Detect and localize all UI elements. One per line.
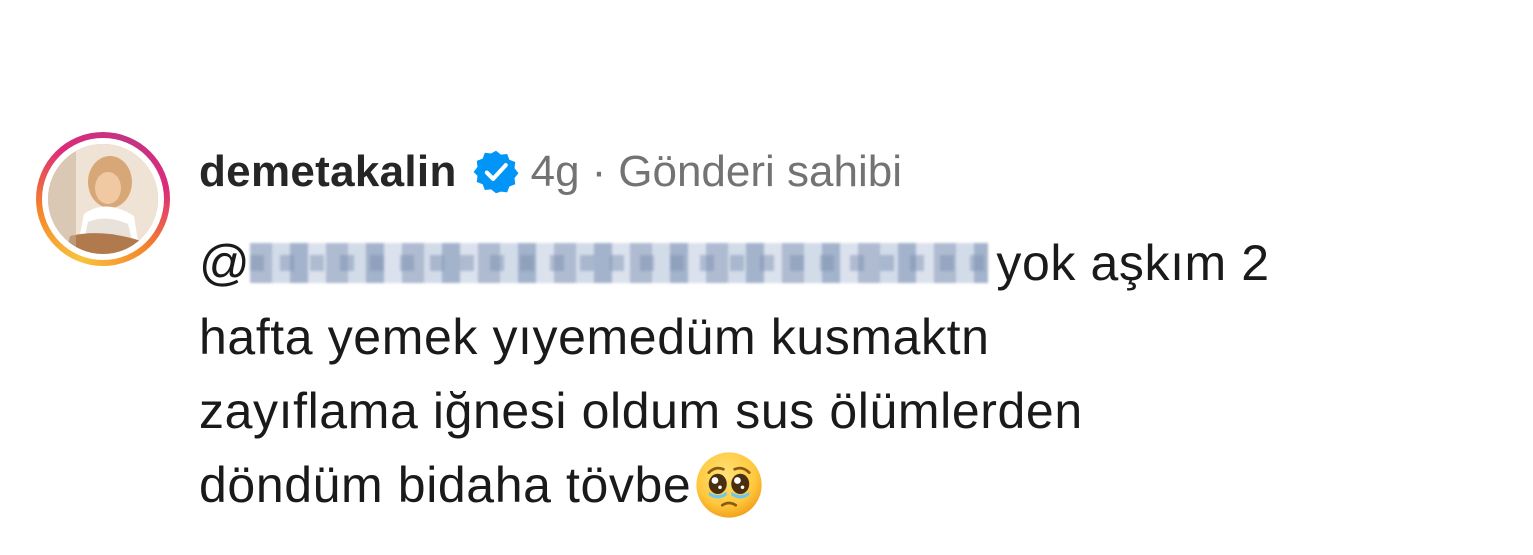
- comment-line-1-text: yok aşkım 2: [996, 235, 1270, 291]
- comment-time[interactable]: 4g: [531, 147, 580, 196]
- avatar-story-ring[interactable]: [36, 132, 170, 266]
- comment-header: demetakalin 4g · Gönderi sahibi: [199, 146, 902, 198]
- comment-line-4: döndüm bidaha tövbe: [199, 448, 1399, 525]
- pleading-face-emoji-icon: [696, 452, 762, 518]
- comment-text: @ yok aşkım 2 hafta yemek yıyemedüm kusma…: [199, 226, 1399, 525]
- meta-separator: ·: [591, 147, 607, 196]
- comment-line-4-text: döndüm bidaha tövbe: [199, 457, 692, 513]
- comment-line-1: @ yok aşkım 2: [199, 226, 1399, 300]
- avatar[interactable]: [48, 144, 158, 254]
- comment-line-3: zayıflama iğnesi oldum sus ölümlerden: [199, 383, 1083, 439]
- author-role-label: Gönderi sahibi: [618, 147, 902, 196]
- comment-line-2: hafta yemek yıyemedüm kusmaktn: [199, 309, 990, 365]
- comment-meta: 4g · Gönderi sahibi: [531, 146, 902, 198]
- comment: demetakalin 4g · Gönderi sahibi @ yok aşkım…: [36, 132, 1496, 532]
- mention-at-sign[interactable]: @: [199, 235, 250, 291]
- mention-redacted[interactable]: [250, 242, 989, 283]
- username-link[interactable]: demetakalin: [199, 146, 457, 198]
- avatar-photo-icon: [48, 144, 158, 254]
- verified-badge-icon: [473, 150, 519, 194]
